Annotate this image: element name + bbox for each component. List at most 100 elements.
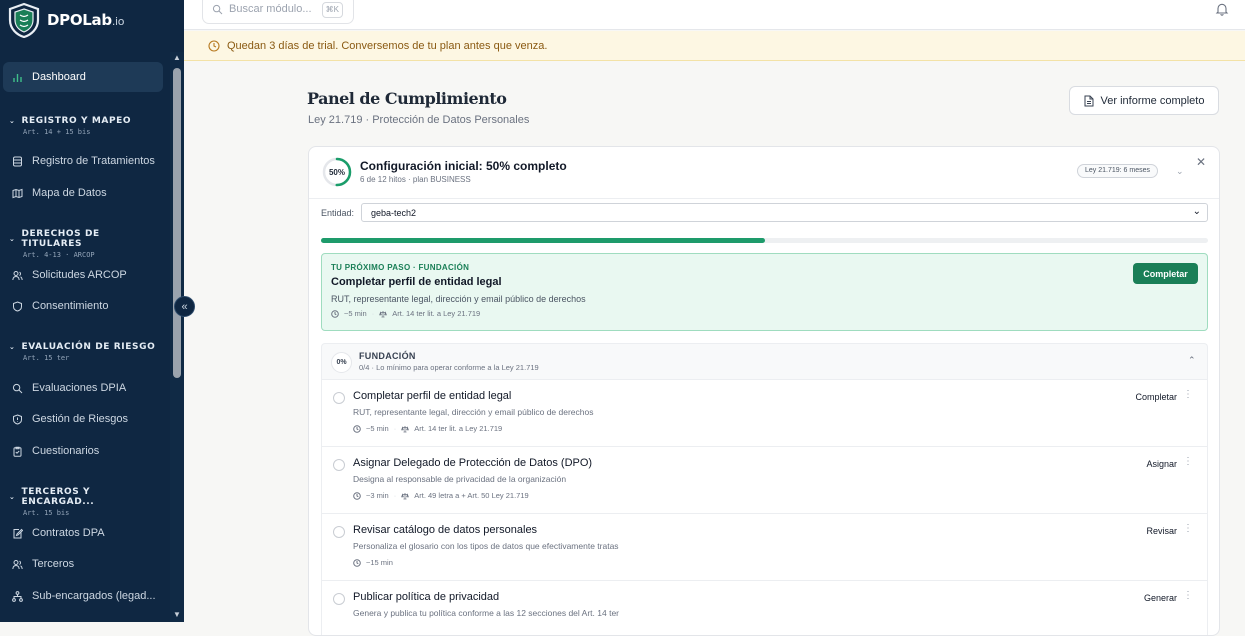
next-step-desc: RUT, representante legal, dirección y em… [331, 294, 586, 304]
sidebar-item-label: Registro de Tratamientos [32, 155, 155, 167]
sidebar-item-evaluaciones-dpia[interactable]: Evaluaciones DPIA [3, 373, 163, 403]
sidebar-item-cuestionarios[interactable]: Cuestionarios [3, 436, 163, 466]
view-report-button[interactable]: Ver informe completo [1069, 86, 1219, 115]
section-subtitle: Art. 4-13 · ARCOP [23, 251, 95, 259]
view-report-label: Ver informe completo [1100, 94, 1205, 107]
task-row: Completar perfil de entidad legal RUT, r… [321, 379, 1208, 446]
legal-reference: Art. 14 ter lit. a Ley 21.719 [392, 309, 481, 318]
collapse-sidebar-button[interactable]: « [174, 296, 195, 317]
clock-icon [353, 424, 361, 433]
sidebar-section-terceros[interactable]: ⌄ TERCEROS Y ENCARGAD... Art. 15 bis [9, 487, 159, 517]
next-step-meta: ~5 min · Art. 14 ter lit. a Ley 21.719 [331, 309, 480, 318]
progress-bar [321, 238, 1208, 243]
sidebar-item-label: Dashboard [32, 71, 86, 83]
task-action-button[interactable]: Completar [1135, 392, 1177, 402]
entity-value: geba-tech2 [371, 207, 417, 218]
chevron-up-icon[interactable]: ⌃ [1188, 355, 1196, 366]
network-icon [12, 590, 23, 602]
sidebar-scroll-thumb[interactable] [173, 68, 181, 378]
sidebar-section-registro[interactable]: ⌄ REGISTRO Y MAPEO Art. 14 + 15 bis [9, 116, 159, 136]
scroll-up-icon[interactable]: ▲ [172, 54, 182, 62]
sidebar-item-terceros[interactable]: Terceros [3, 549, 163, 579]
section-title: REGISTRO Y MAPEO [21, 116, 132, 126]
task-row: Publicar política de privacidad Genera y… [321, 580, 1208, 635]
page-subtitle: Ley 21.719 · Protección de Datos Persona… [308, 114, 530, 126]
entity-label: Entidad: [321, 208, 355, 218]
shield-icon [13, 300, 22, 312]
more-vertical-icon[interactable]: ⋮ [1183, 524, 1193, 534]
sidebar-item-sub-encargados[interactable]: Sub-encargados (legad... [3, 581, 163, 611]
banner-text: Quedan 3 días de trial. Conversemos de t… [227, 39, 548, 52]
users-icon [12, 270, 23, 280]
sidebar-nav: Dashboard ⌄ REGISTRO Y MAPEO Art. 14 + 15… [0, 58, 170, 622]
chevron-down-icon: ⌄ [9, 235, 16, 243]
task-desc: Genera y publica tu política conforme a … [353, 608, 620, 618]
task-checkbox[interactable] [333, 459, 345, 471]
more-vertical-icon[interactable]: ⋮ [1183, 457, 1193, 467]
more-vertical-icon[interactable]: ⋮ [1183, 591, 1193, 601]
chevron-down-icon: ⌄ [9, 117, 16, 125]
sidebar-section-derechos[interactable]: ⌄ DERECHOS DE TITULARES Art. 4-13 · ARCOP [9, 229, 159, 259]
task-desc: RUT, representante legal, dirección y em… [353, 407, 594, 417]
file-signature-icon [13, 528, 23, 538]
task-title: Publicar política de privacidad [353, 591, 500, 603]
brand-logo[interactable]: DPOLab.io [7, 2, 125, 38]
section-title: TERCEROS Y ENCARGAD... [21, 487, 95, 507]
sidebar-section-evaluacion[interactable]: ⌄ EVALUACIÓN DE RIESGO Art. 15 ter [9, 342, 159, 362]
next-step-title: Completar perfil de entidad legal [331, 276, 502, 288]
clock-icon [353, 491, 361, 500]
task-checkbox[interactable] [333, 392, 345, 404]
page-title: Panel de Cumplimiento [307, 89, 507, 108]
users-icon [12, 559, 23, 569]
chevron-down-icon: ⌄ [9, 493, 16, 501]
time-estimate: ~15 min [366, 558, 393, 567]
complete-next-step-button[interactable]: Completar [1133, 263, 1198, 284]
sidebar-item-gestion-riesgos[interactable]: Gestión de Riesgos [3, 404, 163, 434]
sidebar-item-solicitudes-arcop[interactable]: Solicitudes ARCOP [3, 260, 163, 290]
scroll-down-icon[interactable]: ▼ [172, 611, 182, 619]
search-input[interactable]: Buscar módulo... ⌘K [202, 0, 354, 24]
section-subtitle: Art. 15 bis [23, 509, 70, 517]
task-meta: ~5 min · Art. 14 ter lit. a Ley 21.719 [353, 424, 502, 433]
bell-icon[interactable] [1215, 2, 1229, 16]
clipboard-icon [13, 446, 22, 457]
sidebar-item-contratos-dpa[interactable]: Contratos DPA [3, 518, 163, 548]
onboarding-card: 50% Configuración inicial: 50% completo … [308, 146, 1220, 636]
task-title: Asignar Delegado de Protección de Datos … [353, 457, 593, 469]
time-estimate: ~5 min [344, 309, 367, 318]
foundation-progress-badge: 0% [331, 352, 352, 373]
task-action-button[interactable]: Asignar [1146, 459, 1177, 469]
document-icon [1084, 95, 1094, 106]
shortcut-hint: ⌘K [321, 2, 343, 18]
task-checkbox[interactable] [333, 526, 345, 538]
sidebar-item-registro-tratamientos[interactable]: Registro de Tratamientos [3, 146, 163, 176]
more-vertical-icon[interactable]: ⋮ [1183, 390, 1193, 400]
chevron-down-icon: ⌄ [1192, 206, 1201, 217]
task-checkbox[interactable] [333, 593, 345, 605]
next-step-card: TU PRÓXIMO PASO · FUNDACIÓN Completar pe… [321, 253, 1208, 331]
bar-chart-icon [13, 73, 22, 82]
chevron-down-icon[interactable]: ⌄ [1176, 166, 1184, 177]
task-action-button[interactable]: Revisar [1146, 526, 1177, 536]
task-title: Completar perfil de entidad legal [353, 390, 512, 402]
sidebar-item-dashboard[interactable]: Dashboard [3, 62, 163, 92]
sidebar-item-label: Contratos DPA [32, 527, 105, 539]
task-row: Revisar catálogo de datos personales Per… [321, 513, 1208, 580]
sidebar-item-label: Sub-encargados (legad... [32, 590, 156, 602]
task-desc: Designa al responsable de privacidad de … [353, 474, 567, 484]
legal-reference: Art. 49 letra a + Art. 50 Ley 21.719 [414, 491, 529, 500]
sidebar-item-label: Mapa de Datos [32, 187, 107, 199]
close-icon[interactable]: ✕ [1196, 155, 1206, 169]
task-action-button[interactable]: Generar [1144, 593, 1177, 603]
time-estimate: ~5 min [366, 424, 389, 433]
chevron-down-icon: ⌄ [9, 343, 16, 351]
entity-select[interactable]: geba-tech2 ⌄ [361, 203, 1208, 222]
task-row: Asignar Delegado de Protección de Datos … [321, 446, 1208, 513]
task-desc: Personaliza el glosario con los tipos de… [353, 541, 619, 551]
double-chevron-left-icon: « [181, 300, 188, 313]
foundation-section-header[interactable]: 0% FUNDACIÓN 0/4 · Lo mínimo para operar… [321, 343, 1208, 379]
sidebar-item-mapa-datos[interactable]: Mapa de Datos [3, 178, 163, 208]
sidebar-item-consentimiento[interactable]: Consentimiento [3, 291, 163, 321]
sidebar-item-label: Terceros [32, 558, 75, 570]
law-deadline-badge: Ley 21.719: 6 meses [1077, 164, 1158, 178]
